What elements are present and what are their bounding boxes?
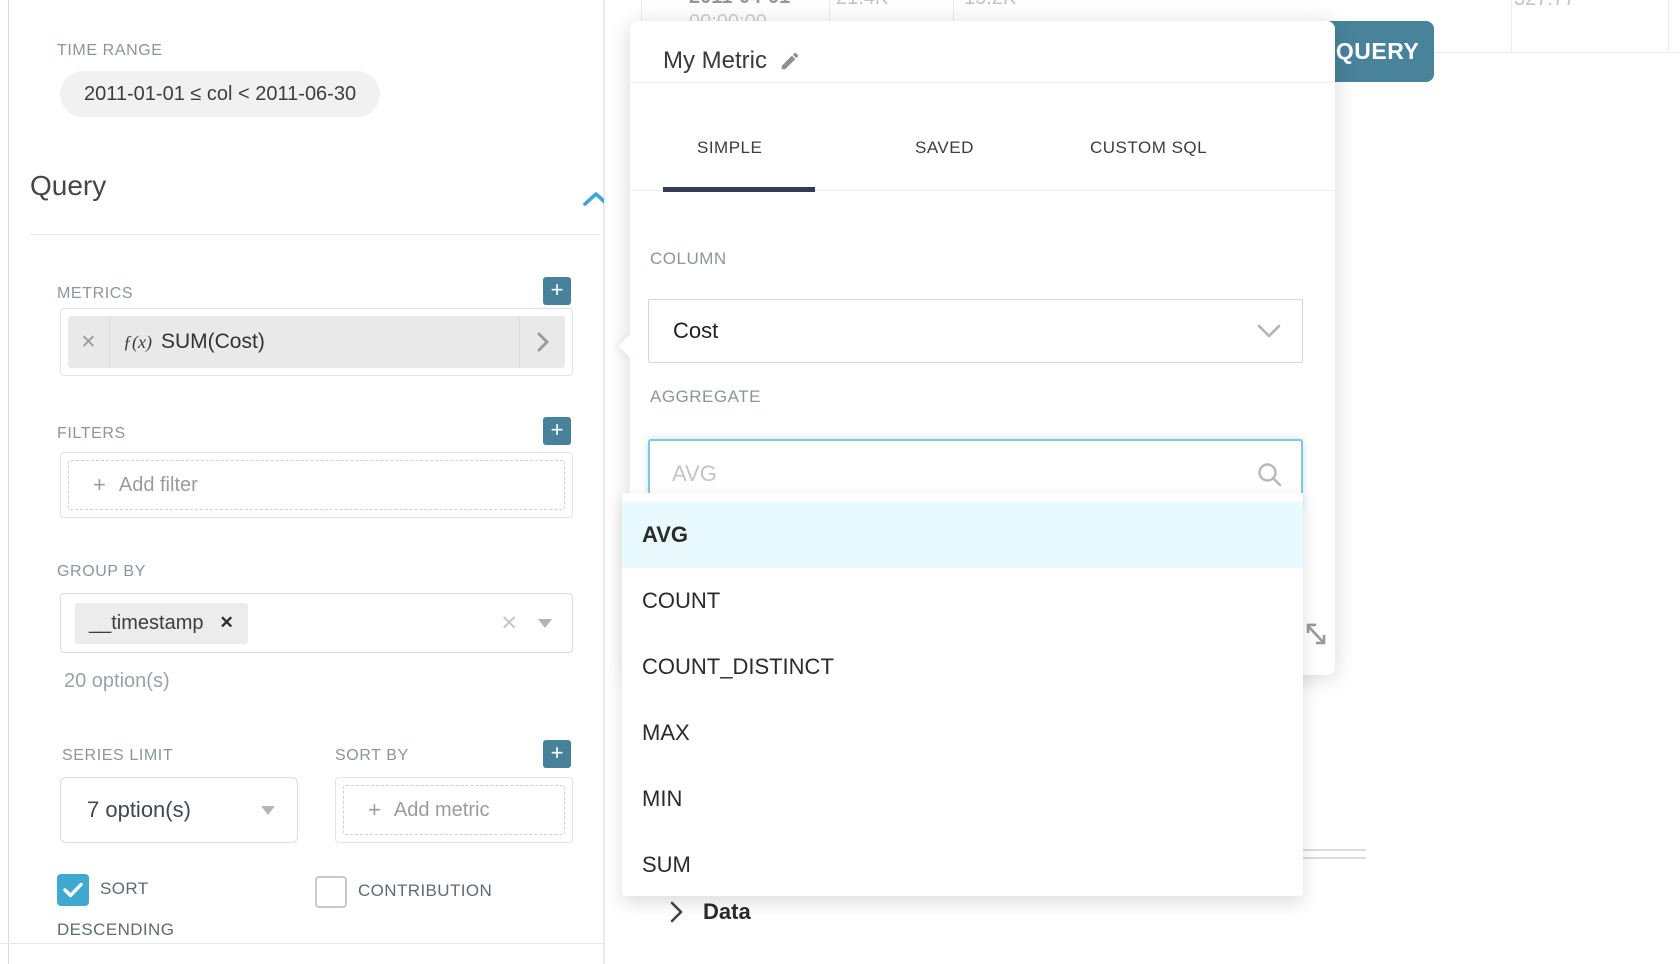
tab-custom-sql[interactable]: CUSTOM SQL xyxy=(1090,138,1207,158)
table-cell: 2011-04-01 xyxy=(689,0,790,9)
query-section-title: Query xyxy=(30,170,106,202)
aggregate-dropdown: AVGCOUNTCOUNT_DISTINCTMAXMINSUM xyxy=(622,493,1303,896)
panel-bottom-divider xyxy=(0,943,604,944)
contribution-field: CONTRIBUTION xyxy=(315,870,575,911)
clear-icon[interactable]: ✕ xyxy=(500,611,518,636)
sort-by-container: + Add metric xyxy=(335,777,573,843)
sort-by-label: SORT BY xyxy=(335,747,409,765)
series-limit-value: 7 option(s) xyxy=(87,797,191,823)
resize-diagonal-icon[interactable] xyxy=(1304,621,1328,647)
chevron-right-icon xyxy=(670,901,683,923)
panel-edge-line xyxy=(8,0,9,964)
sort-descending-checkbox[interactable] xyxy=(57,874,89,906)
data-panel-title: Data xyxy=(703,899,751,925)
filters-label: FILTERS xyxy=(57,425,126,443)
group-by-label: GROUP BY xyxy=(57,563,146,581)
metric-name: SUM(Cost) xyxy=(161,330,265,354)
function-icon: ƒ(x) xyxy=(123,332,152,353)
caret-down-icon xyxy=(261,806,275,815)
search-icon xyxy=(1256,461,1283,488)
add-sort-metric-button[interactable]: + Add metric xyxy=(343,785,565,835)
tab-simple[interactable]: SIMPLE xyxy=(697,138,762,158)
plus-icon: + xyxy=(93,472,106,498)
add-filter-plus-button[interactable]: + xyxy=(543,417,571,445)
column-select[interactable]: Cost xyxy=(648,299,1303,363)
group-by-tag-label: __timestamp xyxy=(89,612,204,635)
table-cell: 15.2K xyxy=(964,0,1016,10)
plus-icon: + xyxy=(368,797,381,823)
add-metric-plus-button[interactable]: + xyxy=(543,277,571,305)
series-limit-select[interactable]: 7 option(s) xyxy=(60,777,298,843)
popover-header-divider xyxy=(630,82,1335,83)
section-divider xyxy=(30,234,600,235)
contribution-checkbox[interactable] xyxy=(315,876,347,908)
table-gridline xyxy=(1668,0,1669,52)
add-sort-plus-button[interactable]: + xyxy=(543,740,571,768)
aggregate-option-count[interactable]: COUNT xyxy=(622,568,1303,634)
sort-descending-field: SORT DESCENDING xyxy=(57,868,207,950)
table-gridline xyxy=(1511,0,1512,52)
group-by-select[interactable]: __timestamp ✕ ✕ xyxy=(60,593,573,653)
filters-container: + Add filter xyxy=(60,452,573,518)
aggregate-option-max[interactable]: MAX xyxy=(622,700,1303,766)
aggregate-label: AGGREGATE xyxy=(650,387,761,407)
add-sort-metric-label: Add metric xyxy=(394,799,490,822)
metric-pill[interactable]: ✕ ƒ(x) SUM(Cost) xyxy=(68,316,565,368)
add-filter-label: Add filter xyxy=(119,474,198,497)
table-cell: 327.77 xyxy=(1514,0,1575,11)
chevron-right-icon[interactable] xyxy=(519,316,565,368)
aggregate-option-count_distinct[interactable]: COUNT_DISTINCT xyxy=(622,634,1303,700)
remove-tag-icon[interactable]: ✕ xyxy=(220,613,234,633)
tab-saved[interactable]: SAVED xyxy=(915,138,974,158)
aggregate-placeholder: AVG xyxy=(672,461,717,487)
time-range-label: TIME RANGE xyxy=(57,42,163,60)
metrics-label: METRICS xyxy=(57,285,133,303)
contribution-label: CONTRIBUTION xyxy=(358,881,492,900)
active-tab-underline xyxy=(663,187,815,192)
aggregate-option-min[interactable]: MIN xyxy=(622,766,1303,832)
remove-metric-icon[interactable]: ✕ xyxy=(68,316,110,368)
aggregate-option-avg[interactable]: AVG xyxy=(622,502,1303,568)
column-label: COLUMN xyxy=(650,249,727,269)
control-panel: TIME RANGE 2011-01-01 ≤ col < 2011-06-30… xyxy=(0,0,604,964)
metrics-container: ✕ ƒ(x) SUM(Cost) xyxy=(60,308,573,376)
series-limit-label: SERIES LIMIT xyxy=(62,747,173,765)
column-value: Cost xyxy=(673,318,718,344)
edit-pencil-icon[interactable] xyxy=(779,50,801,72)
caret-down-icon[interactable] xyxy=(538,619,552,628)
table-cell: 21.4K xyxy=(836,0,888,10)
aggregate-option-sum[interactable]: SUM xyxy=(622,832,1303,896)
time-range-pill[interactable]: 2011-01-01 ≤ col < 2011-06-30 xyxy=(60,71,380,117)
chevron-down-icon xyxy=(1256,323,1282,339)
data-panel-header[interactable]: Data xyxy=(670,899,751,925)
popover-title: My Metric xyxy=(663,47,767,75)
group-by-options-hint: 20 option(s) xyxy=(64,670,170,693)
add-filter-button[interactable]: + Add filter xyxy=(68,460,565,510)
group-by-tag[interactable]: __timestamp ✕ xyxy=(75,603,248,644)
